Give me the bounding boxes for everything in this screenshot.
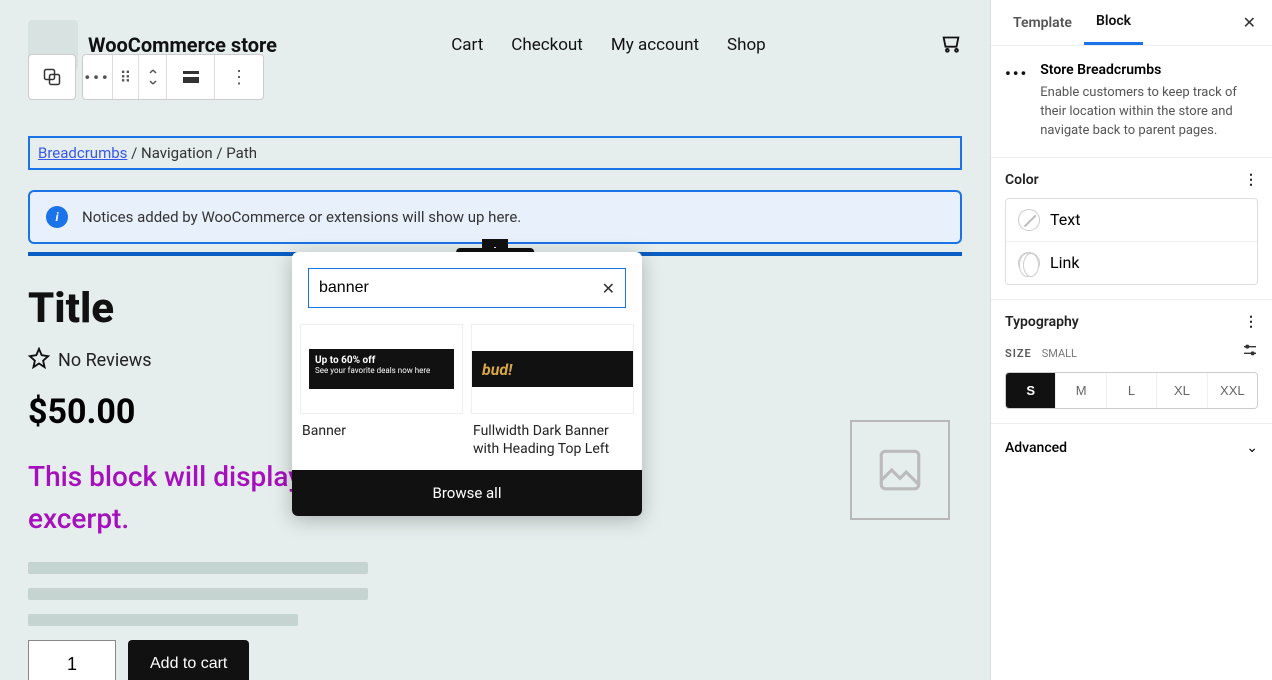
advanced-panel-toggle[interactable]: Advanced ⌄ <box>991 423 1272 472</box>
color-link-label: Link <box>1050 253 1079 272</box>
color-swatch-text <box>1018 209 1040 231</box>
cart-icon[interactable] <box>940 32 962 58</box>
breadcrumb-link: Breadcrumbs <box>38 144 127 162</box>
chevron-down-icon: ⌄ <box>1246 440 1258 456</box>
breadcrumbs-block-icon: ••• <box>1005 62 1028 141</box>
add-to-cart-row: Add to cart <box>28 640 962 680</box>
info-icon: i <box>46 206 68 228</box>
settings-sidebar: Template Block ✕ ••• Store Breadcrumbs E… <box>990 0 1272 680</box>
block-thumb-2: bud! <box>471 324 634 414</box>
size-xxl-button[interactable]: XXL <box>1208 373 1257 408</box>
color-link-row[interactable]: Link <box>1006 242 1257 284</box>
add-to-cart-button[interactable]: Add to cart <box>128 640 249 680</box>
color-panel-more-icon[interactable]: ⋮ <box>1244 172 1258 188</box>
header-nav: Cart Checkout My account Shop <box>451 35 766 55</box>
block-toolbar-group: ••• ⠿ ⋮ <box>82 54 264 100</box>
star-icon <box>28 347 50 374</box>
size-value: SMALL <box>1042 347 1077 360</box>
color-text-label: Text <box>1050 210 1080 229</box>
block-search-row: ✕ <box>308 268 626 308</box>
breadcrumb-rest: / Navigation / Path <box>127 144 257 162</box>
browse-all-button[interactable]: Browse all <box>292 470 642 516</box>
size-xl-button[interactable]: XL <box>1157 373 1207 408</box>
block-result-label: Banner <box>300 414 463 440</box>
nav-shop[interactable]: Shop <box>727 35 766 55</box>
color-heading: Color <box>1005 172 1039 188</box>
tab-block[interactable]: Block <box>1084 0 1143 45</box>
size-s-button[interactable]: S <box>1006 373 1056 408</box>
reviews-text: No Reviews <box>58 350 152 371</box>
block-info-desc: Enable customers to keep track of their … <box>1040 84 1258 141</box>
advanced-label: Advanced <box>1005 440 1067 456</box>
sidebar-tabs: Template Block ✕ <box>991 0 1272 46</box>
close-sidebar-icon[interactable]: ✕ <box>1237 7 1262 38</box>
typography-heading: Typography <box>1005 314 1079 330</box>
nav-cart[interactable]: Cart <box>451 35 483 55</box>
quantity-input[interactable] <box>28 640 116 680</box>
block-toolbar <box>28 54 76 100</box>
clear-search-icon[interactable]: ✕ <box>602 279 615 298</box>
nav-account[interactable]: My account <box>611 35 699 55</box>
size-label: SIZE <box>1005 347 1032 360</box>
editor-canvas: WooCommerce store Cart Checkout My accou… <box>0 0 990 680</box>
align-icon[interactable] <box>167 55 215 99</box>
nav-checkout[interactable]: Checkout <box>511 35 583 55</box>
skeleton-placeholder <box>28 562 962 626</box>
block-thumb-1: Up to 60% off See your favorite deals no… <box>300 324 463 414</box>
size-l-button[interactable]: L <box>1107 373 1157 408</box>
block-result-banner[interactable]: Up to 60% off See your favorite deals no… <box>300 324 463 458</box>
block-info-panel: ••• Store Breadcrumbs Enable customers t… <box>991 46 1272 157</box>
color-swatch-link <box>1018 252 1040 274</box>
notice-block[interactable]: i Notices added by WooCommerce or extens… <box>28 190 962 244</box>
notice-text: Notices added by WooCommerce or extensio… <box>82 208 521 226</box>
typography-more-icon[interactable]: ⋮ <box>1244 314 1258 330</box>
image-placeholder-icon[interactable] <box>850 420 950 520</box>
color-panel: Color ⋮ Text Link <box>991 157 1272 299</box>
more-icon[interactable]: ⋮ <box>215 55 263 99</box>
size-m-button[interactable]: M <box>1056 373 1106 408</box>
size-custom-icon[interactable] <box>1242 342 1258 362</box>
block-result-label: Fullwidth Dark Banner with Heading Top L… <box>471 414 634 458</box>
block-type-icon[interactable] <box>29 55 75 99</box>
color-text-row[interactable]: Text <box>1006 199 1257 242</box>
typography-panel: Typography ⋮ SIZE SMALL S M L XL XXL <box>991 299 1272 423</box>
move-updown-icon[interactable] <box>139 55 167 99</box>
tab-template[interactable]: Template <box>1001 0 1084 45</box>
block-info-title: Store Breadcrumbs <box>1040 62 1258 78</box>
block-result-fullwidth-banner[interactable]: bud! Fullwidth Dark Banner with Heading … <box>471 324 634 458</box>
block-search-input[interactable] <box>319 279 602 297</box>
drag-handle-icon[interactable]: ••• <box>83 55 113 99</box>
size-buttons: S M L XL XXL <box>1005 372 1258 409</box>
move-icon[interactable]: ⠿ <box>113 55 139 99</box>
breadcrumbs-block[interactable]: Breadcrumbs / Navigation / Path <box>28 136 962 170</box>
block-inserter-popover: ✕ Up to 60% off See your favorite deals … <box>292 252 642 516</box>
